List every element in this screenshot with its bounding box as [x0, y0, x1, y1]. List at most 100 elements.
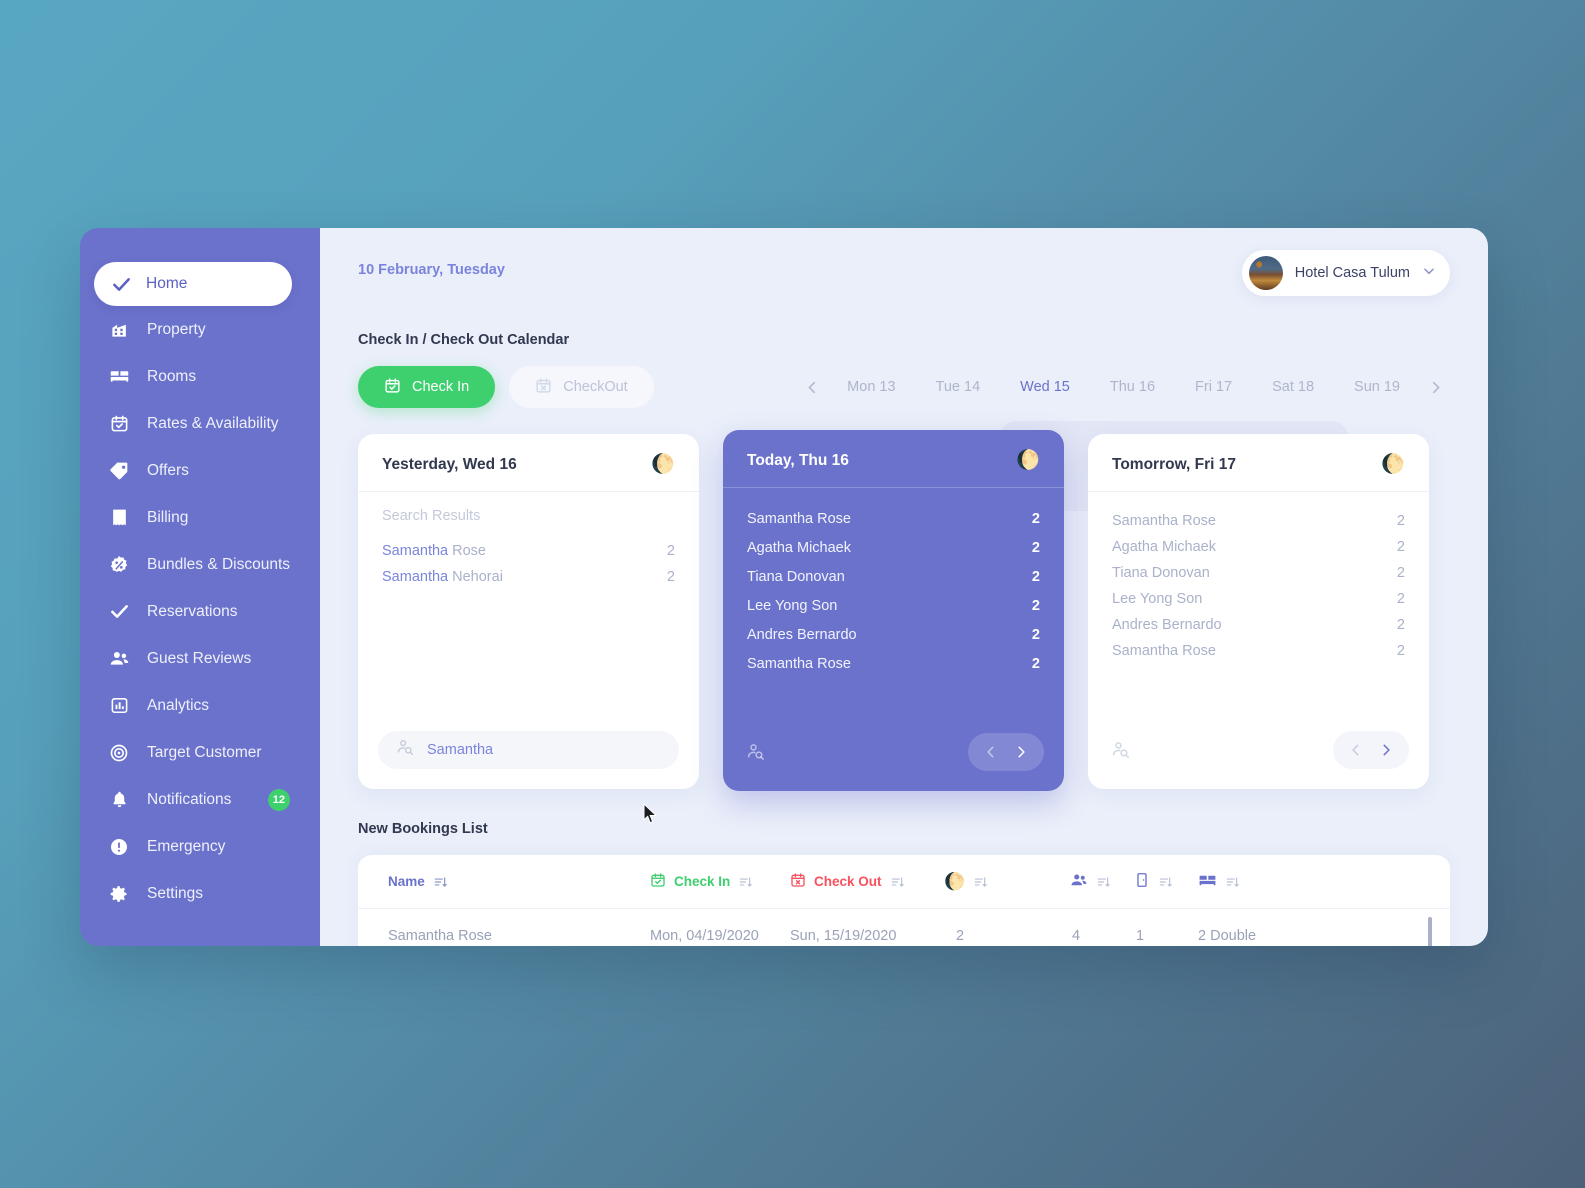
- sidebar-item-property[interactable]: Property: [80, 306, 320, 353]
- list-item[interactable]: Andres Bernardo 2: [1112, 612, 1405, 638]
- hotel-selector[interactable]: Hotel Casa Tulum: [1241, 250, 1450, 296]
- check-out-tab-button[interactable]: CheckOut: [509, 366, 654, 408]
- list-item[interactable]: Lee Yong Son 2: [1112, 586, 1405, 612]
- day-tab-mon-13[interactable]: Mon 13: [827, 379, 915, 395]
- calendar-card-yesterday: Yesterday, Wed 16 🌔 Search Results Saman…: [358, 434, 699, 789]
- day-tab-thu-16[interactable]: Thu 16: [1090, 379, 1175, 395]
- calendar-card-header: Yesterday, Wed 16 🌔: [358, 434, 699, 492]
- bed-icon: [1198, 871, 1217, 893]
- sidebar-item-guest-reviews[interactable]: Guest Reviews: [80, 635, 320, 682]
- column-header-nights[interactable]: 🌔: [930, 873, 1070, 890]
- sidebar-item-reservations[interactable]: Reservations: [80, 588, 320, 635]
- list-item[interactable]: Agatha Michaek 2: [1112, 534, 1405, 560]
- sidebar-item-label: Analytics: [147, 696, 210, 714]
- column-header-rooms[interactable]: [1134, 872, 1198, 891]
- list-item[interactable]: Samantha Rose 2: [382, 538, 675, 564]
- check-in-tab-button[interactable]: Check In: [358, 366, 496, 408]
- sidebar-item-rooms[interactable]: Rooms: [80, 353, 320, 400]
- sidebar-item-label: Property: [147, 320, 206, 338]
- building-icon: [108, 319, 130, 341]
- day-tab-sat-18[interactable]: Sat 18: [1252, 379, 1334, 395]
- column-header-name[interactable]: Name: [388, 874, 650, 889]
- guest-name: Tiana Donovan: [747, 568, 845, 585]
- top-bar: 10 February, Tuesday Hotel Casa Tulum: [358, 228, 1450, 296]
- list-item[interactable]: Samantha Rose 2: [1112, 508, 1405, 534]
- pager-next-button[interactable]: [1371, 735, 1401, 765]
- calendar-controls: Check In CheckOut Mon 13 Tue 14 Wed 15 T…: [358, 366, 1450, 408]
- column-header-guests[interactable]: [1070, 871, 1134, 892]
- calendar-card-title: Today, Thu 16: [747, 451, 849, 469]
- sidebar-item-billing[interactable]: Billing: [80, 494, 320, 541]
- column-header-check-in[interactable]: Check In: [650, 872, 790, 891]
- guest-count: 2: [1031, 626, 1040, 643]
- person-search-icon[interactable]: [743, 742, 769, 762]
- gear-icon: [108, 883, 130, 905]
- sort-icon: [1096, 875, 1110, 889]
- column-header-name-label: Name: [388, 874, 425, 889]
- cell-check-out: Sun, 15/19/2020: [790, 927, 897, 944]
- sidebar-item-home[interactable]: Home: [94, 262, 292, 306]
- person-search-icon[interactable]: [1108, 740, 1134, 760]
- sidebar-item-offers[interactable]: Offers: [80, 447, 320, 494]
- sidebar-item-bundles-discounts[interactable]: Bundles & Discounts: [80, 541, 320, 588]
- cell-rooms: 1: [1136, 927, 1145, 944]
- sidebar-item-target-customer[interactable]: Target Customer: [80, 729, 320, 776]
- moon-icon: 🌔: [651, 454, 675, 475]
- guest-count: 2: [1396, 513, 1405, 529]
- guest-count: 2: [1396, 591, 1405, 607]
- list-item[interactable]: Agatha Michaek 2: [747, 533, 1040, 562]
- next-week-button[interactable]: [1420, 372, 1450, 402]
- sidebar-item-rates-availability[interactable]: Rates & Availability: [80, 400, 320, 447]
- guest-name-highlight: Samantha: [382, 569, 449, 585]
- guest-name: Samantha Rose: [1112, 643, 1216, 659]
- calendar-card-header: Today, Thu 16 🌔: [723, 430, 1064, 488]
- list-item[interactable]: Tiana Donovan 2: [1112, 560, 1405, 586]
- day-tab-tue-14[interactable]: Tue 14: [916, 379, 1001, 395]
- chevron-down-icon: [1422, 264, 1436, 283]
- check-in-tab-label: Check In: [412, 379, 470, 395]
- sidebar-item-label: Settings: [147, 884, 204, 902]
- sort-icon: [973, 875, 987, 889]
- guest-name: Agatha Michaek: [747, 539, 851, 556]
- guest-search-input[interactable]: Samantha: [378, 731, 679, 769]
- list-item[interactable]: Tiana Donovan 2: [747, 562, 1040, 591]
- calendar-section-title: Check In / Check Out Calendar: [358, 332, 570, 348]
- column-header-beds[interactable]: [1198, 871, 1348, 893]
- check-icon: [108, 601, 130, 623]
- table-header-row: Name Check In Check Out 🌔: [358, 855, 1450, 909]
- notifications-badge: 12: [267, 788, 290, 811]
- day-tab-wed-15[interactable]: Wed 15: [1000, 379, 1090, 395]
- moon-icon: 🌔: [1381, 454, 1405, 475]
- day-tab-fri-17[interactable]: Fri 17: [1175, 379, 1252, 395]
- guest-count: 2: [1031, 655, 1040, 672]
- person-search-icon: [396, 738, 415, 762]
- receipt-icon: [108, 507, 130, 529]
- prev-week-button[interactable]: [797, 372, 827, 402]
- guest-search-value: Samantha: [427, 742, 494, 758]
- sidebar-item-label: Emergency: [147, 837, 226, 855]
- target-icon: [108, 742, 130, 764]
- calendar-card-body: Samantha Rose 2 Agatha Michaek 2 Tiana Don…: [723, 488, 1064, 733]
- list-item[interactable]: Samantha Nehorai 2: [382, 564, 675, 590]
- cell-check-in: Mon, 04/19/2020: [650, 927, 759, 944]
- table-scrollbar-thumb[interactable]: [1428, 917, 1432, 946]
- sidebar-item-notifications[interactable]: Notifications 12: [80, 776, 320, 823]
- guest-name-rest: Rose: [448, 543, 486, 559]
- table-scrollbar[interactable]: [1428, 917, 1432, 946]
- list-item[interactable]: Samantha Rose 2: [1112, 638, 1405, 664]
- list-item[interactable]: Samantha Rose 2: [747, 649, 1040, 678]
- table-row[interactable]: Samantha Rose Mon, 04/19/2020 Sun, 15/19…: [358, 909, 1450, 946]
- column-header-check-out[interactable]: Check Out: [790, 872, 930, 891]
- people-icon: [108, 648, 130, 670]
- list-item[interactable]: Samantha Rose 2: [747, 504, 1040, 533]
- list-item[interactable]: Andres Bernardo 2: [747, 620, 1040, 649]
- pager-next-button[interactable]: [1006, 737, 1036, 767]
- pager-prev-button[interactable]: [1341, 735, 1371, 765]
- card-pager: [968, 733, 1044, 771]
- pager-prev-button[interactable]: [976, 737, 1006, 767]
- day-tab-sun-19[interactable]: Sun 19: [1334, 379, 1420, 395]
- sidebar-item-settings[interactable]: Settings: [80, 870, 320, 917]
- list-item[interactable]: Lee Yong Son 2: [747, 591, 1040, 620]
- sidebar-item-analytics[interactable]: Analytics: [80, 682, 320, 729]
- sidebar-item-emergency[interactable]: Emergency: [80, 823, 320, 870]
